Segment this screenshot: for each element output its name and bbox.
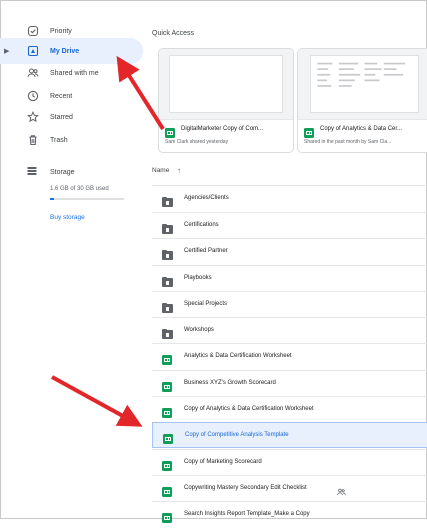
file-name: Workshops — [184, 327, 214, 333]
storage-used-text: 1.6 GB of 30 GB used — [50, 186, 109, 192]
list-item[interactable]: Analytics & Data Certification Worksheet — [152, 343, 427, 370]
sheets-icon — [162, 379, 172, 397]
file-name: Copy of Analytics & Data Certification W… — [184, 406, 314, 412]
people-icon — [26, 66, 40, 80]
quick-access-card[interactable]: Copy of Analytics & Data Cer... Shared i… — [297, 48, 427, 153]
file-name: Copy of Marketing Scorecard — [184, 459, 262, 465]
storage-label: Storage — [50, 169, 75, 176]
list-item[interactable]: Business XYZ's Growth Scorecard — [152, 370, 427, 397]
sidebar-item-label: Priority — [50, 27, 72, 35]
file-name: Copy of Competitive Analysis Template — [185, 432, 289, 438]
file-name: Special Projects — [184, 301, 228, 307]
sidebar: Priority ▶ My Drive Shared with me Recen… — [0, 0, 146, 519]
list-item[interactable]: Agencies/Clients — [152, 185, 427, 212]
card-file-title: Copy of Analytics & Data Cer... — [320, 126, 403, 132]
card-subtitle: Sam Clark shared yesterday — [165, 139, 229, 145]
file-name: Agencies/Clients — [184, 195, 229, 201]
shared-folder-icon — [162, 221, 173, 239]
star-icon — [26, 110, 40, 124]
quick-access-title: Quick Access — [152, 30, 195, 37]
file-name: Certified Partner — [184, 248, 228, 254]
shared-folder-icon — [162, 194, 173, 212]
list-item[interactable]: Search Insights Report Template_Make a C… — [152, 501, 427, 528]
sidebar-item-label: Trash — [50, 136, 68, 144]
list-item[interactable]: Certifications — [152, 212, 427, 239]
list-item[interactable]: Certified Partner — [152, 238, 427, 265]
list-item[interactable]: Playbooks — [152, 265, 427, 292]
shared-folder-icon — [162, 326, 173, 344]
list-item[interactable]: Special Projects — [152, 291, 427, 318]
shared-folder-icon — [162, 274, 173, 292]
check-circle-icon — [26, 24, 40, 38]
sidebar-item-label: Starred — [50, 113, 73, 121]
sidebar-item-label: Shared with me — [50, 69, 99, 77]
file-name: Search Insights Report Template_Make a C… — [184, 511, 310, 517]
file-thumbnail — [298, 49, 427, 120]
list-item[interactable]: Copy of Marketing Scorecard — [152, 449, 427, 476]
shared-people-icon — [337, 483, 346, 501]
list-item[interactable]: Copywriting Mastery Secondary Edit Check… — [152, 475, 427, 502]
card-subtitle: Shared in the past month by Sam Cla... — [304, 139, 392, 145]
storage-progress-bar — [50, 198, 124, 200]
file-thumbnail — [159, 49, 293, 120]
storage-icon — [26, 164, 40, 178]
sheets-icon — [162, 510, 172, 528]
quick-access-card[interactable]: DigitalMarketer Copy of Com... Sam Clark… — [158, 48, 294, 153]
shared-folder-icon — [162, 300, 173, 318]
file-name: Analytics & Data Certification Worksheet — [184, 353, 292, 359]
file-name: Playbooks — [184, 275, 212, 281]
sheets-icon — [163, 431, 173, 449]
sheets-icon — [162, 458, 172, 476]
trash-icon — [26, 133, 40, 147]
list-item[interactable]: Copy of Analytics & Data Certification W… — [152, 396, 427, 423]
arrow-up-icon[interactable]: ↑ — [177, 166, 181, 175]
storage-progress-fill — [50, 198, 54, 200]
card-file-title: DigitalMarketer Copy of Com... — [181, 126, 264, 132]
sidebar-item-label: My Drive — [50, 47, 80, 55]
list-item[interactable]: Workshops — [152, 317, 427, 344]
sidebar-item-trash[interactable]: Trash — [0, 127, 143, 153]
sidebar-item-label: Recent — [50, 92, 73, 100]
sheets-icon — [162, 405, 172, 423]
sheets-icon — [162, 484, 172, 502]
list-item-selected[interactable]: Copy of Competitive Analysis Template — [152, 422, 427, 448]
buy-storage-link[interactable]: Buy storage — [50, 214, 85, 221]
clock-icon — [26, 89, 40, 103]
file-name: Certifications — [184, 222, 219, 228]
file-name: Business XYZ's Growth Scorecard — [184, 380, 276, 386]
expand-caret-icon[interactable]: ▶ — [4, 47, 12, 55]
drive-icon — [26, 44, 40, 58]
sheets-icon — [162, 352, 172, 370]
shared-folder-icon — [162, 247, 173, 265]
name-column-header[interactable]: Name — [152, 167, 169, 174]
file-name: Copywriting Mastery Secondary Edit Check… — [184, 485, 307, 491]
